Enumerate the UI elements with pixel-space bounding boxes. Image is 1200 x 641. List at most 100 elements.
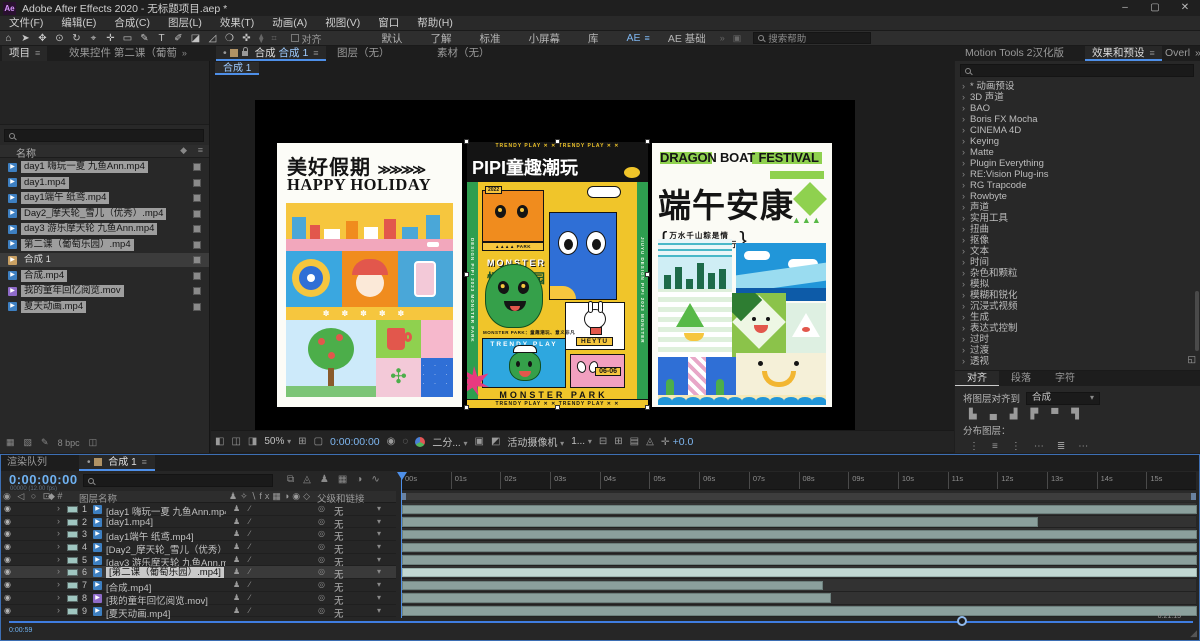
menu-item[interactable]: 编辑(E)	[52, 16, 105, 31]
viewer-timecode[interactable]: 0:00:00:00	[330, 436, 380, 448]
type-tool-icon[interactable]: T	[153, 31, 170, 46]
selection-handle[interactable]	[464, 405, 469, 410]
pickwhip-icon[interactable]: ◎	[318, 580, 325, 589]
layer-bar-row[interactable]	[401, 566, 1196, 579]
eye-icon[interactable]: ◉	[4, 542, 11, 551]
effects-category-item[interactable]: ›BAO	[955, 103, 1200, 114]
effects-category-item[interactable]: ›声道	[955, 202, 1200, 213]
region-of-interest-icon[interactable]: ▣	[474, 436, 483, 447]
tab-overflow-icon[interactable]: »	[1188, 46, 1200, 61]
effects-category-item[interactable]: ›沉浸式视频	[955, 301, 1200, 312]
zoom-tool-icon[interactable]: ⊙	[51, 31, 68, 46]
comp-navigator-tab[interactable]: 合成 1	[215, 62, 259, 75]
tab-motion-tools[interactable]: Motion Tools 2汉化版	[958, 46, 1071, 61]
selection-tool-icon[interactable]: ➤	[17, 31, 34, 46]
channel-icon[interactable]	[415, 437, 425, 447]
audio-column-icon[interactable]: ◁	[17, 491, 26, 501]
project-item-row[interactable]: ▶ 我的童年回忆阅览.mov	[0, 284, 209, 298]
project-item-row[interactable]: ▶ day3 游乐摩天轮 九鱼Ann.mp4	[0, 222, 209, 236]
composition-stage[interactable]: 美好假期 ≫≫≫≫ HAPPY HOLIDAY	[255, 100, 855, 430]
tab-timeline-comp[interactable]: • 合成 1≡	[79, 455, 155, 471]
selection-handle[interactable]	[555, 139, 560, 144]
project-item-row[interactable]: ▶ 第二课（葡萄乐园）.mp4	[0, 238, 209, 252]
effects-category-item[interactable]: ›RG Trapcode	[955, 180, 1200, 191]
layer-duration-bar[interactable]	[402, 543, 1197, 553]
effects-category-item[interactable]: ›过渡	[955, 345, 1200, 356]
interpret-footage-icon[interactable]: ▦	[6, 437, 15, 448]
effects-category-item[interactable]: ›Plugin Everything	[955, 158, 1200, 169]
chevron-right-icon[interactable]: ›	[962, 345, 965, 355]
layer-name[interactable]: [day1.mp4]	[106, 517, 153, 528]
timeline-layer-row[interactable]: ◉ › 9 ▶ [夏天动画.mp4] ♟ ∕ ◎ 无 ▾	[1, 605, 396, 618]
shy-switch-icon[interactable]: ♟	[233, 517, 240, 526]
workspace-item[interactable]: 库	[574, 31, 613, 46]
parent-dropdown-caret[interactable]: ▾	[377, 529, 381, 538]
chevron-right-icon[interactable]: ›	[962, 279, 965, 289]
exposure-value[interactable]: ✛ +0.0	[661, 436, 693, 448]
parent-value[interactable]: 无	[334, 606, 344, 620]
expand-chevron-icon[interactable]: ›	[57, 592, 60, 602]
close-button[interactable]: ✕	[1170, 0, 1200, 16]
grid-guides-icon[interactable]: ⊞	[298, 436, 306, 447]
timeline-ruler[interactable]: 00s 01s 02s 03s 04s 05s 06s 07s 08s	[401, 472, 1196, 490]
label-color-chip[interactable]	[193, 163, 201, 171]
pixel-aspect-icon[interactable]: ⊟	[599, 436, 607, 447]
layer-bar-row[interactable]	[401, 554, 1196, 567]
frame-blending-icon[interactable]: ▦	[338, 474, 347, 485]
resize-grip-icon[interactable]: ◢	[1190, 628, 1197, 639]
project-item-row[interactable]: ▶ 夏天动画.mp4	[0, 300, 209, 314]
layer-duration-bar[interactable]	[402, 505, 1197, 515]
layer-color-swatch[interactable]	[67, 531, 78, 538]
effects-category-item[interactable]: ›生成	[955, 312, 1200, 323]
layer-duration-bar[interactable]	[402, 593, 831, 603]
project-item-row[interactable]: ▶ day1.mp4	[0, 176, 209, 190]
chevron-right-icon[interactable]: ›	[962, 356, 965, 366]
chevron-right-icon[interactable]: ›	[962, 257, 965, 267]
layer-color-swatch[interactable]	[67, 569, 78, 576]
eye-icon[interactable]: ◉	[4, 517, 11, 526]
tab-effect-controls[interactable]: 效果控件 第二课（葡萄»	[62, 46, 194, 61]
quality-switch-icon[interactable]: ∕	[249, 529, 250, 538]
timeline-link-icon[interactable]: ▤	[630, 436, 639, 447]
pickwhip-icon[interactable]: ◎	[318, 504, 325, 513]
menu-item[interactable]: 动画(A)	[263, 16, 316, 31]
home-icon[interactable]: ⌂	[0, 31, 17, 46]
parent-dropdown-caret[interactable]: ▾	[377, 567, 381, 576]
distribute-right-icon[interactable]: ⋯	[1078, 441, 1088, 452]
label-color-chip[interactable]	[193, 256, 201, 264]
magnification-dropdown[interactable]: 50% ▾	[264, 436, 291, 447]
layer-color-swatch[interactable]	[67, 608, 78, 615]
eye-icon[interactable]: ◉	[4, 504, 11, 513]
effects-category-item[interactable]: ›文本	[955, 246, 1200, 257]
menu-item[interactable]: 帮助(H)	[408, 16, 462, 31]
shy-switch-icon[interactable]: ♟	[233, 606, 240, 615]
timeline-layer-row[interactable]: ◉ › 5 ▶ [day3 游乐摩天轮 九鱼Ann.mp4] ♟ ∕ ◎ 无 ▾	[1, 554, 396, 567]
eye-icon[interactable]: ◉	[4, 580, 11, 589]
shy-switch-icon[interactable]: ♟	[233, 567, 240, 576]
cc-libraries-icon[interactable]: ▣	[729, 33, 746, 44]
effects-search-input[interactable]	[960, 64, 1194, 77]
layer-bar-row[interactable]	[401, 592, 1196, 605]
effects-category-item[interactable]: ›RE:Vision Plug-ins	[955, 169, 1200, 180]
chevron-right-icon[interactable]: ›	[962, 213, 965, 223]
shy-switch-icon[interactable]: ♟	[233, 542, 240, 551]
layer-bar-row[interactable]	[401, 541, 1196, 554]
camera-tool-icon[interactable]: ⌖	[85, 31, 102, 46]
layer-bar-row[interactable]	[401, 605, 1196, 618]
workspace-menu-icon[interactable]: ≡	[645, 33, 658, 43]
expand-chevron-icon[interactable]: ›	[57, 541, 60, 551]
effects-category-item[interactable]: ›杂色和颗粒	[955, 268, 1200, 279]
effects-category-item[interactable]: ›Rowbyte	[955, 191, 1200, 202]
effects-category-item[interactable]: ›Matte	[955, 147, 1200, 158]
workspace-item-ae-basic[interactable]: AE 基础	[658, 31, 716, 46]
playhead-icon[interactable]	[397, 472, 407, 480]
tab-align[interactable]: 对齐	[955, 371, 999, 386]
graph-editor-icon[interactable]: ∿	[371, 474, 379, 485]
shy-switch-icon[interactable]: ♟	[233, 504, 240, 513]
effects-category-item[interactable]: ›Keying	[955, 136, 1200, 147]
new-composition-icon[interactable]: ✎	[41, 437, 49, 448]
chevron-right-icon[interactable]: ›	[962, 224, 965, 234]
chevron-right-icon[interactable]: ›	[962, 169, 965, 179]
distribute-bottom-icon[interactable]: ⋮	[1011, 441, 1021, 452]
flowchart-icon[interactable]: ◬	[646, 436, 654, 447]
